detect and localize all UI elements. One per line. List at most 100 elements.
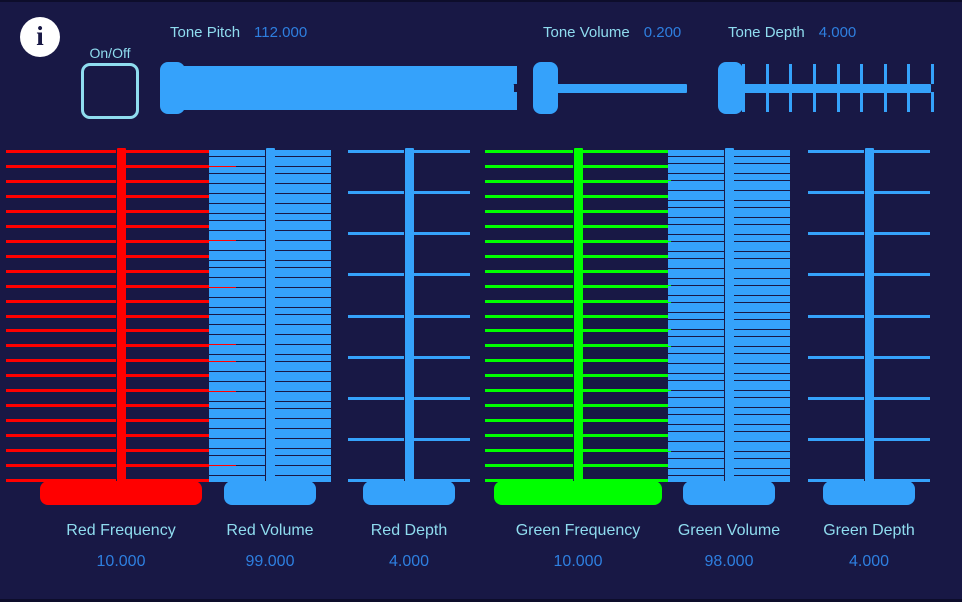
slider-handle[interactable] <box>718 62 743 114</box>
slider-label: Tone Depth <box>728 24 805 41</box>
slider-tick <box>6 224 116 228</box>
slider-tick <box>836 92 840 112</box>
slider-track-bar <box>574 148 583 487</box>
slider-tick <box>485 329 573 333</box>
onoff-checkbox[interactable] <box>81 63 139 119</box>
slider-tick <box>931 64 934 84</box>
slider-track-bar <box>545 84 687 93</box>
slider-tick <box>348 314 404 318</box>
slider-tick <box>860 64 864 84</box>
slider-tick <box>348 396 404 400</box>
slider-tick <box>348 273 404 277</box>
slider-tick <box>348 150 404 153</box>
slider-handle[interactable] <box>683 481 775 505</box>
slider-tick <box>485 434 573 438</box>
slider-tick <box>414 191 470 195</box>
slider-tick <box>6 164 116 168</box>
slider-tick <box>6 419 116 423</box>
slider-tick <box>514 66 517 84</box>
slider-handle[interactable] <box>224 481 316 505</box>
slider-tick <box>6 464 116 468</box>
slider-tick <box>808 191 864 195</box>
slider-tick <box>414 150 470 153</box>
slider-tick <box>907 64 911 84</box>
slider-value: 0.200 <box>643 24 682 41</box>
slider-tick <box>6 209 116 213</box>
slider-tick <box>808 355 864 359</box>
slider-tick <box>6 374 116 378</box>
slider-tick <box>485 374 573 378</box>
slider-tick <box>348 437 404 441</box>
slider-tick <box>414 355 470 359</box>
slider-tick <box>874 314 930 318</box>
slider-tick <box>485 449 573 453</box>
slider-label: Tone Pitch <box>170 24 241 41</box>
slider-tick <box>414 396 470 400</box>
onoff-label: On/Off <box>89 45 131 61</box>
slider-tick <box>485 284 573 288</box>
slider-tick <box>485 419 573 423</box>
slider-tick <box>789 64 793 84</box>
slider-tick <box>6 434 116 438</box>
slider-handle[interactable] <box>533 62 558 114</box>
slider-caption: Green Depth 4.000 <box>764 521 962 572</box>
slider-tick <box>874 437 930 441</box>
slider-tick <box>6 314 116 318</box>
slider-tick <box>6 449 116 453</box>
slider-track-bar <box>117 148 126 487</box>
slider-tick <box>6 239 116 243</box>
slider-tick <box>414 437 470 441</box>
slider-tick <box>485 464 573 468</box>
slider-label: Tone Volume <box>543 24 630 41</box>
slider-tick <box>808 273 864 277</box>
slider-tick <box>883 64 887 84</box>
slider-tick <box>6 284 116 288</box>
slider-handle[interactable] <box>160 62 185 114</box>
slider-tick <box>485 404 573 408</box>
slider-tick <box>485 299 573 303</box>
slider-tick <box>485 179 573 183</box>
slider-tick <box>874 191 930 195</box>
slider-tick <box>6 404 116 408</box>
slider-handle[interactable] <box>363 481 455 505</box>
slider-tick <box>6 194 116 198</box>
slider-tick <box>808 232 864 236</box>
slider-tick <box>874 150 930 153</box>
slider-tick <box>485 209 573 213</box>
slider-tick <box>6 329 116 333</box>
slider-tick <box>485 164 573 168</box>
slider-tick <box>485 314 573 318</box>
slider-tick <box>414 273 470 277</box>
slider-tick <box>485 344 573 348</box>
info-glyph: i <box>36 20 44 51</box>
slider-tick <box>348 191 404 195</box>
slider-tick <box>6 150 116 153</box>
slider-tick <box>6 359 116 363</box>
slider-handle[interactable] <box>823 481 915 505</box>
slider-tick <box>883 92 887 112</box>
slider-tick <box>812 64 816 84</box>
slider-tick <box>348 355 404 359</box>
slider-tick <box>485 239 573 243</box>
info-icon[interactable]: i <box>20 17 60 57</box>
slider-tick <box>860 92 864 112</box>
slider-tick <box>874 355 930 359</box>
slider-track-bar <box>266 148 275 487</box>
slider-track[interactable] <box>160 62 517 114</box>
slider-green-depth[interactable] <box>764 145 962 505</box>
slider-track[interactable] <box>533 62 689 114</box>
slider-track[interactable] <box>718 62 934 114</box>
slider-tick <box>6 389 116 393</box>
slider-value: 4.000 <box>848 553 890 570</box>
onoff-control[interactable]: On/Off <box>79 45 141 119</box>
slider-value: 112.000 <box>254 24 308 41</box>
slider-tick <box>931 92 934 112</box>
slider-tick <box>348 232 404 236</box>
slider-caption: Tone Pitch 112.000 <box>170 24 307 42</box>
slider-tick <box>874 273 930 277</box>
slider-tick <box>6 299 116 303</box>
slider-tick <box>485 224 573 228</box>
slider-tick <box>907 92 911 112</box>
slider-tick <box>765 92 769 112</box>
slider-tick <box>789 92 793 112</box>
